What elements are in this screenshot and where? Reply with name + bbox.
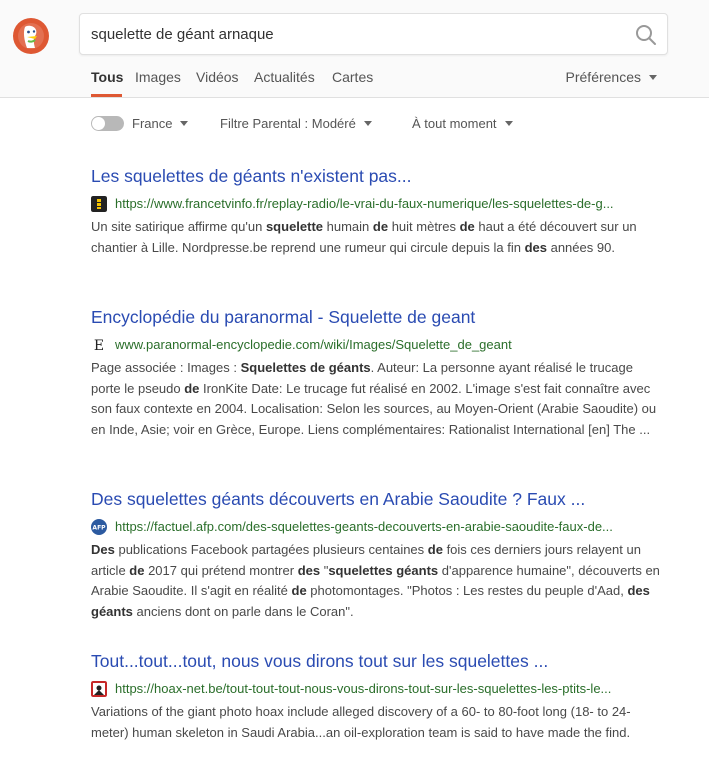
snippet-text: Page associée : Images : <box>91 360 241 375</box>
snippet-text: Un site satirique affirme qu'un <box>91 219 266 234</box>
chevron-down-icon <box>363 121 372 127</box>
snippet-highlight: Des <box>91 542 115 557</box>
snippet-highlight: de <box>291 583 307 598</box>
result-snippet: Page associée : Images : Squelettes de g… <box>91 358 663 440</box>
tab-videos[interactable]: Vidéos <box>196 69 239 85</box>
header: Tous Images Vidéos Actualités Cartes Pré… <box>0 0 709 98</box>
result-title-link[interactable]: Des squelettes géants découverts en Arab… <box>91 488 666 510</box>
chevron-down-icon <box>180 121 189 127</box>
result-snippet: Variations of the giant photo hoax inclu… <box>91 702 663 743</box>
snippet-highlight: des <box>297 562 321 578</box>
region-filter[interactable]: France <box>132 116 189 131</box>
snippet-highlight: squelette <box>265 219 324 234</box>
snippet-highlight: de <box>459 219 475 234</box>
snippet-highlight: squelettes géants <box>328 562 439 578</box>
search-result: Tout...tout...tout, nous vous dirons tou… <box>91 650 666 743</box>
snippet-text: humain <box>323 219 373 234</box>
svg-text:E: E <box>94 338 104 353</box>
time-filter-label: À tout moment <box>412 116 497 131</box>
chevron-down-icon <box>649 74 657 80</box>
afp-icon: AFP <box>91 519 107 535</box>
time-filter[interactable]: À tout moment <box>412 116 513 131</box>
safe-search-filter[interactable]: Filtre Parental : Modéré <box>220 116 372 131</box>
result-snippet: Des publications Facebook partagées plus… <box>91 540 663 622</box>
search-button[interactable] <box>633 22 659 48</box>
encyclopedie-icon: E <box>91 337 107 353</box>
search-result: Des squelettes géants découverts en Arab… <box>91 488 666 622</box>
svg-text:AFP: AFP <box>92 525 106 532</box>
francetvinfo-icon <box>91 196 107 212</box>
snippet-text: photomontages. "Photos : Les restes du p… <box>306 583 628 598</box>
snippet-text: Variations of the giant photo hoax inclu… <box>91 704 631 740</box>
tab-images[interactable]: Images <box>135 69 181 85</box>
hoaxnet-icon <box>91 681 107 697</box>
result-url[interactable]: https://www.francetvinfo.fr/replay-radio… <box>115 196 663 211</box>
tab-cartes[interactable]: Cartes <box>332 69 373 85</box>
snippet-highlight: de <box>427 542 443 557</box>
snippet-highlight: de <box>372 219 389 234</box>
search-input[interactable] <box>80 14 620 54</box>
preferences-menu[interactable]: Préférences <box>566 69 657 85</box>
search-icon <box>636 25 656 45</box>
region-filter-label: France <box>132 116 173 131</box>
chevron-down-icon <box>504 121 513 127</box>
active-tab-indicator <box>91 94 122 97</box>
result-url[interactable]: www.paranormal-encyclopedie.com/wiki/Ima… <box>115 337 663 352</box>
safe-search-label: Filtre Parental : Modéré <box>220 116 356 131</box>
snippet-text: publications Facebook partagées plusieur… <box>114 542 428 557</box>
search-box <box>79 13 668 55</box>
snippet-highlight: des <box>524 239 547 255</box>
snippet-highlight: de <box>129 562 145 578</box>
result-title-link[interactable]: Les squelettes de géants n'existent pas.… <box>91 165 666 187</box>
snippet-highlight: de <box>184 380 200 396</box>
snippet-text: années 90. <box>546 239 615 255</box>
region-toggle[interactable] <box>91 116 124 131</box>
result-title-link[interactable]: Tout...tout...tout, nous vous dirons tou… <box>91 650 666 672</box>
result-title-link[interactable]: Encyclopédie du paranormal - Squelette d… <box>91 306 666 328</box>
preferences-label: Préférences <box>565 69 641 85</box>
snippet-text: anciens dont on parle dans le Coran". <box>132 603 354 619</box>
tab-tous[interactable]: Tous <box>91 69 123 85</box>
toggle-knob <box>92 117 105 130</box>
snippet-text: 2017 qui prétend montrer <box>144 562 298 578</box>
snippet-highlight: Squelettes de géants <box>240 360 371 375</box>
result-url[interactable]: https://hoax-net.be/tout-tout-tout-nous-… <box>115 681 663 696</box>
search-result: Encyclopédie du paranormal - Squelette d… <box>91 306 666 440</box>
search-result: Les squelettes de géants n'existent pas.… <box>91 165 666 258</box>
result-snippet: Un site satirique affirme qu'un squelett… <box>91 217 663 258</box>
snippet-text: huit mètres <box>388 219 460 234</box>
duckduckgo-logo-icon[interactable] <box>13 18 49 54</box>
tab-actualites[interactable]: Actualités <box>254 69 315 85</box>
result-url[interactable]: https://factuel.afp.com/des-squelettes-g… <box>115 519 663 534</box>
